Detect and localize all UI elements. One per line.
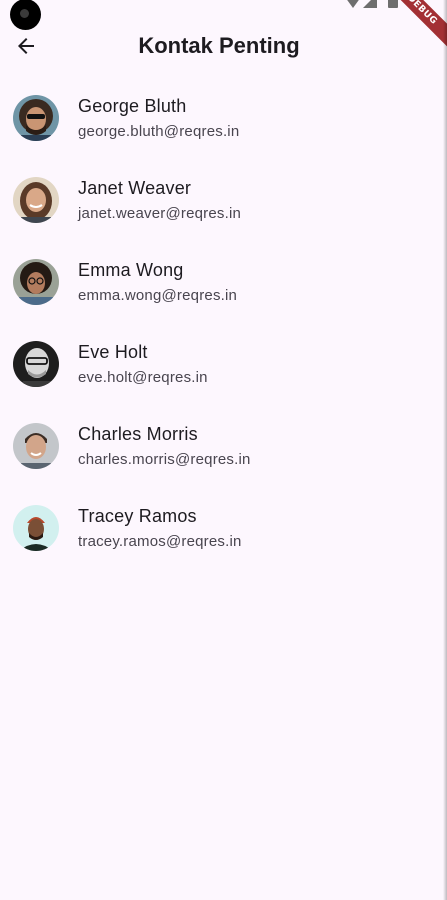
contact-item[interactable]: Emma Wong emma.wong@reqres.in — [0, 241, 440, 323]
avatar-image — [13, 95, 59, 141]
contact-name: Janet Weaver — [78, 178, 192, 198]
page-title: Kontak Penting — [138, 33, 300, 58]
contact-item[interactable]: Charles Morris charles.morris@reqres.in — [0, 405, 440, 487]
wifi-icon — [347, 0, 359, 8]
contact-email: tracey.ramos@reqres.in — [78, 533, 242, 550]
avatar[interactable] — [13, 95, 59, 141]
avatar[interactable] — [13, 341, 59, 387]
avatar[interactable] — [13, 423, 59, 469]
contact-item[interactable]: Janet Weaver janet.weaver@reqres.in — [0, 159, 440, 241]
right-edge-shadow — [443, 0, 447, 900]
contact-list: George Bluth george.bluth@reqres.in Jane… — [0, 77, 440, 569]
contact-email: emma.wong@reqres.in — [78, 287, 238, 304]
contact-name: George Bluth — [78, 96, 187, 116]
contact-item[interactable]: George Bluth george.bluth@reqres.in — [0, 77, 440, 159]
contact-item[interactable]: Eve Holt eve.holt@reqres.in — [0, 323, 440, 405]
avatar[interactable] — [13, 505, 59, 551]
contact-name: Charles Morris — [78, 424, 198, 444]
avatar-image — [13, 505, 59, 551]
contact-name: Eve Holt — [78, 342, 148, 362]
contact-item[interactable]: Tracey Ramos tracey.ramos@reqres.in — [0, 487, 440, 569]
avatar-image — [13, 423, 59, 469]
contact-email: george.bluth@reqres.in — [78, 123, 240, 140]
contact-email: janet.weaver@reqres.in — [78, 205, 242, 222]
avatar-image — [13, 259, 59, 305]
signal-icon — [363, 0, 377, 8]
avatar[interactable] — [13, 259, 59, 305]
contact-email: charles.morris@reqres.in — [78, 451, 251, 468]
app-bar: Kontak Penting — [0, 22, 447, 70]
avatar[interactable] — [13, 177, 59, 223]
contact-name: Emma Wong — [78, 260, 184, 280]
status-bar — [0, 0, 447, 30]
avatar-image — [13, 341, 59, 387]
contact-email: eve.holt@reqres.in — [78, 369, 208, 386]
avatar-image — [13, 177, 59, 223]
contact-name: Tracey Ramos — [78, 506, 197, 526]
